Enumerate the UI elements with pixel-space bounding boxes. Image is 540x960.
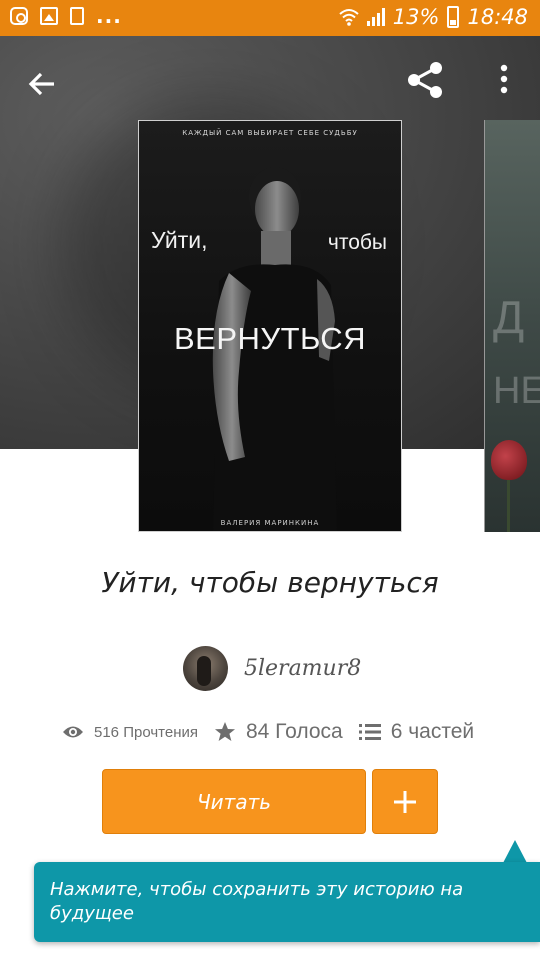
votes-count: 84 Голоса [245, 720, 343, 743]
back-button[interactable] [20, 62, 64, 106]
instagram-icon [10, 7, 28, 25]
cover-tagline: КАЖДЫЙ САМ ВЫБИРАЕТ СЕБЕ СУДЬБУ [182, 129, 358, 137]
tooltip-text: Нажмите, чтобы сохранить эту историю на … [50, 879, 464, 924]
reads-stat: 516 Прочтения [62, 724, 198, 741]
gallery-icon [40, 7, 58, 25]
story-title: Уйти, чтобы вернуться [101, 566, 439, 599]
next-cover-flower [491, 440, 527, 480]
avatar[interactable] [183, 645, 228, 691]
share-icon [408, 62, 442, 98]
next-cover-stem [507, 475, 510, 532]
system-icons: 13% 18:48 [339, 5, 528, 29]
author-name[interactable]: 5leramur8 [244, 656, 361, 681]
download-icon [70, 7, 84, 25]
status-bar: ... 13% 18:48 [0, 0, 540, 36]
add-to-library-button[interactable] [372, 769, 438, 834]
cover-title-line3: ВЕРНУТЬСЯ [174, 321, 366, 356]
parts-stat[interactable]: 6 частей [358, 720, 474, 744]
share-button[interactable] [402, 56, 450, 104]
more-options-button[interactable] [490, 60, 518, 100]
tooltip-arrow [503, 840, 527, 863]
plus-icon [394, 790, 416, 813]
star-icon [214, 722, 235, 741]
notification-icons: ... [10, 4, 122, 28]
arrow-left-icon [28, 72, 54, 96]
battery-percent: 13% [392, 5, 440, 29]
save-tooltip[interactable]: Нажмите, чтобы сохранить эту историю на … [34, 862, 540, 942]
clock: 18:48 [467, 5, 528, 29]
list-icon [358, 724, 381, 740]
story-cover[interactable]: КАЖДЫЙ САМ ВЫБИРАЕТ СЕБЕ СУДЬБУ Уйти, чт… [138, 120, 402, 532]
more-vert-icon [500, 64, 508, 94]
cover-title-line2: чтобы [327, 231, 387, 254]
cover-title-line1: Уйти, [151, 227, 208, 253]
next-cover-letters: Д [493, 291, 525, 343]
cover-author: ВАЛЕРИЯ МАРИНКИНА [220, 519, 320, 527]
read-button[interactable]: Читать [102, 769, 366, 834]
signal-icon [366, 8, 385, 26]
more-notifications: ... [96, 4, 122, 28]
next-cover-letters-2: НЕ [493, 370, 540, 412]
wifi-icon [339, 9, 359, 26]
story-stats: 516 Прочтения 84 Голоса 6 частей [62, 716, 474, 748]
author-row[interactable]: 5leramur8 [183, 645, 361, 691]
next-story-cover[interactable]: Д НЕ [484, 120, 540, 532]
parts-count[interactable]: 6 частей [391, 720, 474, 744]
votes-stat: 84 Голоса [214, 720, 343, 744]
battery-charging-icon [447, 6, 460, 28]
reads-count: 516 Прочтения [94, 723, 198, 741]
eye-icon [63, 726, 83, 738]
